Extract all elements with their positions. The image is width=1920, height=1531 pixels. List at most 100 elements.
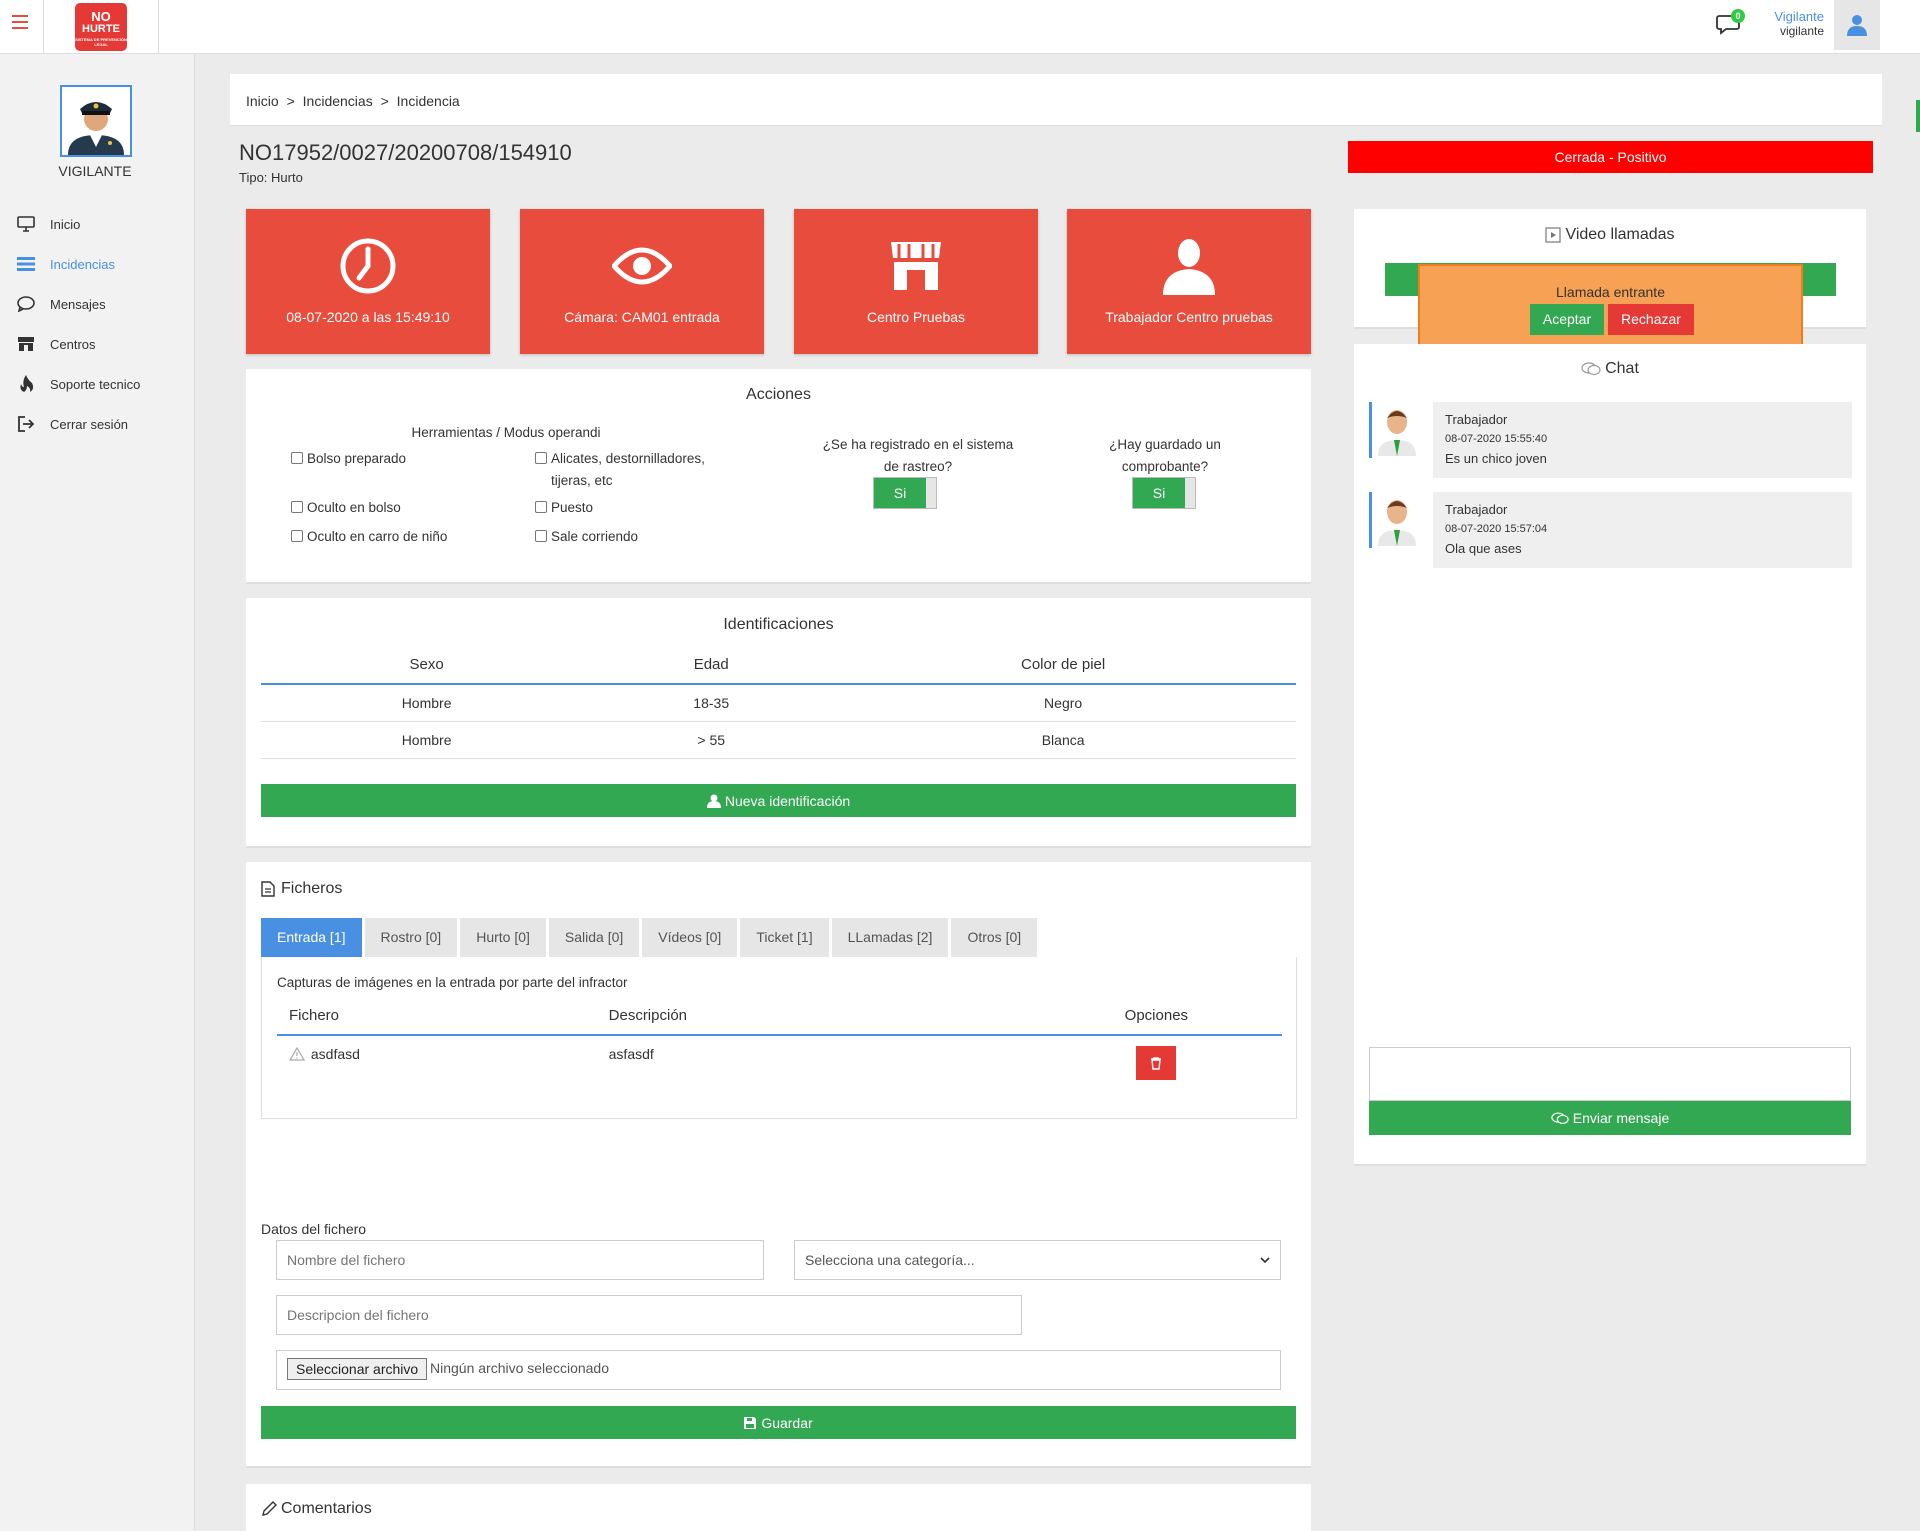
ficheros-tabs: Entrada [1] Rostro [0] Hurto [0] Salida … bbox=[261, 918, 1040, 957]
tab-videos[interactable]: Vídeos [0] bbox=[642, 918, 738, 957]
checkbox[interactable] bbox=[291, 452, 303, 464]
accept-call-button[interactable]: Aceptar bbox=[1530, 304, 1604, 335]
tab-content: Capturas de imágenes en la entrada por p… bbox=[261, 957, 1297, 1119]
message-author: Trabajador bbox=[1445, 412, 1508, 427]
user-name[interactable]: Vigilante bbox=[1774, 10, 1824, 24]
column-header: Color de piel bbox=[830, 646, 1296, 685]
file-name-input[interactable] bbox=[276, 1240, 764, 1280]
chat-header: Chat bbox=[1354, 360, 1866, 378]
check-bolso-preparado[interactable]: Bolso preparado bbox=[291, 448, 511, 470]
message-bubble: Trabajador 08-07-2020 15:57:04 Ola que a… bbox=[1433, 492, 1852, 568]
check-label: Puesto bbox=[551, 500, 594, 515]
check-label: Sale corriendo bbox=[551, 529, 639, 544]
delete-button[interactable] bbox=[1136, 1046, 1177, 1080]
list-icon bbox=[16, 255, 36, 273]
button-label: Nueva identificación bbox=[724, 792, 851, 809]
new-identification-button[interactable]: Nueva identificación bbox=[261, 784, 1296, 817]
check-label: Oculto en bolso bbox=[307, 500, 401, 515]
sidebar-item-label: Incidencias bbox=[50, 256, 116, 272]
file-form-title: Datos del fichero bbox=[261, 1221, 367, 1237]
question-rastreo: ¿Se ha registrado en el sistema de rastr… bbox=[822, 437, 1014, 474]
profile-avatar bbox=[60, 85, 132, 157]
user-info[interactable]: Vigilante vigilante bbox=[1774, 10, 1824, 39]
sidebar-item-label: Inicio bbox=[50, 216, 81, 232]
clock-icon bbox=[340, 238, 396, 294]
sidebar-item-mensajes[interactable]: Mensajes bbox=[0, 284, 195, 324]
button-label: Guardar bbox=[761, 1414, 813, 1431]
tile-label: 08-07-2020 a las 15:49:10 bbox=[286, 309, 450, 325]
toggle-rastreo[interactable]: Si bbox=[873, 477, 937, 509]
checkbox[interactable] bbox=[291, 530, 303, 542]
column-header: Opciones bbox=[1030, 997, 1282, 1036]
checkbox[interactable] bbox=[535, 501, 547, 513]
file-status: Ningún archivo seleccionado bbox=[430, 1360, 609, 1376]
tab-description: Capturas de imágenes en la entrada por p… bbox=[277, 975, 628, 990]
tab-entrada[interactable]: Entrada [1] bbox=[261, 918, 362, 957]
save-icon bbox=[744, 1416, 757, 1429]
select-file-button[interactable]: Seleccionar archivo bbox=[287, 1358, 428, 1380]
chat-message-input[interactable] bbox=[1369, 1047, 1851, 1101]
send-message-button[interactable]: Enviar mensaje bbox=[1369, 1101, 1851, 1135]
table-cell: Hombre bbox=[261, 684, 593, 722]
status-badge: Cerrada - Positivo bbox=[1348, 141, 1873, 173]
identificaciones-panel: Identificaciones Sexo Edad Color de piel… bbox=[246, 598, 1311, 848]
file-description-input[interactable] bbox=[276, 1295, 1022, 1335]
worker-avatar-icon bbox=[1378, 410, 1416, 456]
identificaciones-table: Sexo Edad Color de piel Hombre 18-35 Neg… bbox=[261, 646, 1296, 759]
store-icon bbox=[16, 335, 36, 353]
checkbox[interactable] bbox=[535, 530, 547, 542]
eye-icon bbox=[612, 247, 672, 285]
comentarios-title: Comentarios bbox=[281, 1500, 372, 1517]
table-row[interactable]: Hombre > 55 Blanca bbox=[261, 721, 1296, 759]
sidebar-nav: Inicio Incidencias Mensajes Centros Sopo… bbox=[0, 204, 195, 444]
tab-rostro[interactable]: Rostro [0] bbox=[364, 918, 458, 957]
check-oculto-carro[interactable]: Oculto en carro de niño bbox=[291, 526, 511, 548]
tab-llamadas[interactable]: LLamadas [2] bbox=[831, 918, 949, 957]
user-avatar-button[interactable] bbox=[1834, 0, 1880, 50]
tab-ticket[interactable]: Ticket [1] bbox=[740, 918, 829, 957]
toggle-comprobante[interactable]: Si bbox=[1132, 477, 1196, 509]
logo-container[interactable]: NO HURTE SISTEMA DE PREVENCIÓN LEGAL bbox=[43, 0, 159, 54]
chat-message: Trabajador 08-07-2020 15:57:04 Ola que a… bbox=[1369, 492, 1852, 568]
checkbox[interactable] bbox=[535, 452, 547, 464]
file-description: asfasdf bbox=[608, 1046, 654, 1062]
files-table: Fichero Descripción Opciones asdfasd asf… bbox=[277, 997, 1282, 1090]
breadcrumb-incidencias[interactable]: Incidencias bbox=[303, 93, 373, 109]
sidebar-item-label: Soporte tecnico bbox=[50, 376, 141, 392]
file-cell[interactable]: asdfasd bbox=[277, 1035, 609, 1090]
acciones-title: Acciones bbox=[746, 386, 811, 403]
breadcrumb-inicio[interactable]: Inicio bbox=[246, 93, 279, 109]
file-name[interactable]: asdfasd bbox=[311, 1046, 360, 1062]
check-oculto-bolso[interactable]: Oculto en bolso bbox=[291, 497, 511, 519]
reject-call-button[interactable]: Rechazar bbox=[1608, 304, 1694, 335]
tab-otros[interactable]: Otros [0] bbox=[951, 918, 1038, 957]
breadcrumb: Inicio > Incidencias > Incidencia bbox=[230, 74, 1882, 126]
menu-icon[interactable] bbox=[12, 15, 28, 29]
message-icon bbox=[16, 295, 36, 313]
logo-main: HURTE bbox=[82, 23, 120, 35]
table-row[interactable]: asdfasd asfasdf bbox=[277, 1035, 1282, 1090]
category-select[interactable]: Selecciona una categoría... bbox=[794, 1240, 1281, 1280]
checkbox[interactable] bbox=[291, 501, 303, 513]
save-button[interactable]: Guardar bbox=[261, 1406, 1296, 1439]
check-alicates[interactable]: Alicates, destornilladores, tijeras, etc bbox=[535, 448, 735, 492]
sidebar-item-cerrar-sesion[interactable]: Cerrar sesión bbox=[0, 404, 195, 444]
sidebar-item-incidencias[interactable]: Incidencias bbox=[0, 244, 195, 284]
tile-label: Trabajador Centro pruebas bbox=[1105, 309, 1273, 325]
sidebar-item-centros[interactable]: Centros bbox=[0, 324, 195, 364]
sidebar-item-inicio[interactable]: Inicio bbox=[0, 204, 195, 244]
table-row[interactable]: Hombre 18-35 Negro bbox=[261, 684, 1296, 722]
file-icon bbox=[261, 881, 275, 897]
tab-hurto[interactable]: Hurto [0] bbox=[460, 918, 546, 957]
chevron-down-icon bbox=[1260, 1257, 1270, 1263]
tab-salida[interactable]: Salida [0] bbox=[548, 918, 640, 957]
check-puesto[interactable]: Puesto bbox=[535, 497, 735, 519]
avatar bbox=[1369, 492, 1425, 548]
message-time: 08-07-2020 15:57:04 bbox=[1445, 523, 1548, 535]
check-label: Oculto en carro de niño bbox=[307, 529, 448, 544]
sidebar-item-soporte[interactable]: Soporte tecnico bbox=[0, 364, 195, 404]
check-sale-corriendo[interactable]: Sale corriendo bbox=[535, 526, 735, 548]
tile-camera: Cámara: CAM01 entrada bbox=[520, 209, 764, 354]
chat-icon bbox=[1581, 362, 1601, 376]
video-icon bbox=[1545, 227, 1562, 243]
